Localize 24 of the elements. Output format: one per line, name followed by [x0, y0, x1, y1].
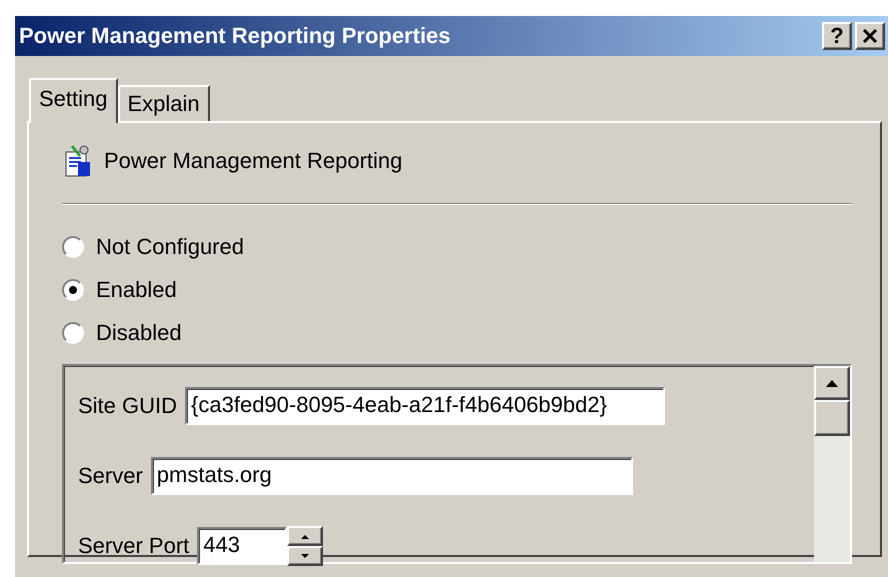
radio-label: Not Configured: [96, 234, 244, 260]
radio-label: Disabled: [96, 320, 182, 346]
radio-button[interactable]: [62, 236, 84, 258]
scroll-thumb[interactable]: [814, 400, 850, 436]
port-field[interactable]: 443: [197, 527, 288, 565]
window-title: Power Management Reporting Properties: [19, 23, 452, 49]
close-icon: [862, 29, 878, 43]
input-field[interactable]: pmstats.org: [150, 457, 633, 495]
spin-up-icon[interactable]: [287, 526, 324, 546]
field-label: Site GUID: [78, 393, 178, 419]
close-button[interactable]: [855, 22, 885, 50]
field-label: Server: [78, 463, 143, 489]
field-label: Server Port: [78, 533, 190, 559]
tab[interactable]: Explain: [118, 85, 210, 121]
scroll-up-icon[interactable]: [814, 366, 850, 400]
tab[interactable]: Setting: [29, 78, 118, 123]
spin-down-icon[interactable]: [287, 546, 324, 566]
radio-label: Enabled: [96, 276, 177, 302]
help-button[interactable]: ?: [822, 22, 852, 50]
radio-button[interactable]: [62, 322, 84, 344]
radio-button[interactable]: [62, 278, 84, 300]
input-field[interactable]: {ca3fed90-8095-4eab-a21f-f4b6406b9bd2}: [185, 387, 666, 425]
policy-name: Power Management Reporting: [104, 148, 402, 174]
scrollbar[interactable]: [814, 366, 850, 562]
